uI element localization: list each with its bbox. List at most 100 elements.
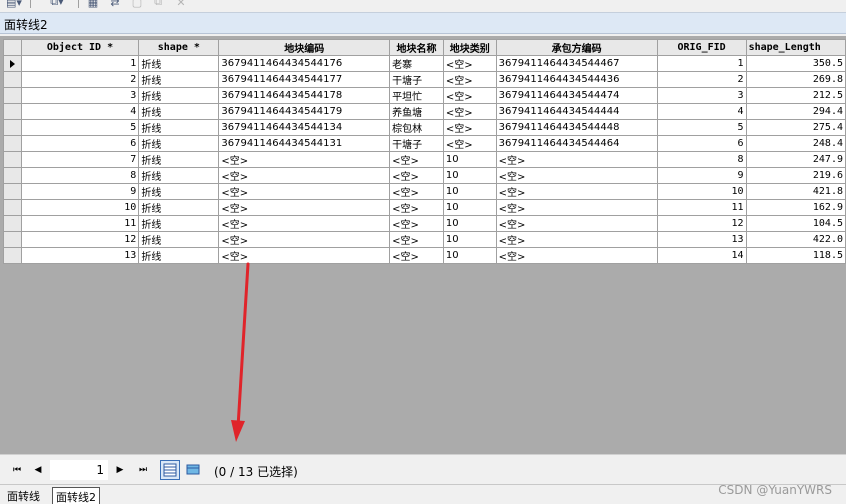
table-cell[interactable]: <空> (495, 167, 658, 184)
table-cell[interactable]: <空> (218, 247, 391, 264)
table-cell[interactable]: <空> (218, 199, 391, 216)
table-cell[interactable]: 162.9 (745, 199, 846, 216)
table-cell[interactable]: 3679411464434544448 (495, 119, 658, 136)
row-selector[interactable] (3, 231, 22, 248)
table-cell[interactable]: 6 (656, 135, 747, 152)
table-cell[interactable]: 3679411464434544467 (495, 55, 658, 72)
table-cell[interactable]: 10 (442, 167, 497, 184)
table-cell[interactable]: 12 (656, 215, 747, 232)
table-cell[interactable]: <空> (389, 183, 444, 200)
table-cell[interactable]: <空> (218, 215, 391, 232)
column-header[interactable]: shape_Length (745, 39, 846, 56)
table-cell[interactable]: <空> (495, 215, 658, 232)
table-cell[interactable]: <空> (389, 167, 444, 184)
table-cell[interactable]: 1 (656, 55, 747, 72)
row-selector[interactable] (3, 199, 22, 216)
table-cell[interactable]: 118.5 (745, 247, 846, 264)
current-record-input[interactable]: 1 (50, 460, 108, 480)
table-cell[interactable]: 平坦忙 (389, 87, 444, 104)
column-header[interactable]: 承包方编码 (495, 39, 658, 56)
table-cell[interactable]: 3679411464434544176 (218, 55, 391, 72)
table-row[interactable]: 9 折线 <空> <空> 10 <空> 10 421.8 (3, 183, 846, 200)
table-cell[interactable]: 350.5 (745, 55, 846, 72)
row-selector[interactable] (3, 167, 22, 184)
table-cell[interactable]: 干塘子 (389, 135, 444, 152)
table-row[interactable]: 6 折线 3679411464434544131 干塘子 <空> 367941146443… (3, 135, 846, 152)
row-selector[interactable] (3, 71, 22, 88)
last-record-icon[interactable]: ⏭ (134, 463, 152, 477)
table-cell[interactable]: <空> (495, 151, 658, 168)
clear-selection-icon[interactable]: ▢ (130, 0, 144, 9)
table-cell[interactable]: <空> (442, 103, 497, 120)
row-selector[interactable] (3, 87, 22, 104)
table-cell[interactable]: 10 (442, 151, 497, 168)
delete-selected-icon[interactable]: ✕ (174, 0, 188, 9)
switch-selection-icon[interactable]: ⇄ (108, 0, 122, 9)
table-cell[interactable]: <空> (389, 199, 444, 216)
table-cell[interactable]: 10 (20, 199, 140, 216)
table-cell[interactable]: <空> (442, 55, 497, 72)
column-header[interactable]: 地块类别 (442, 39, 497, 56)
table-cell[interactable]: <空> (495, 231, 658, 248)
table-row[interactable]: 8 折线 <空> <空> 10 <空> 9 219.6 (3, 167, 846, 184)
table-cell[interactable]: <空> (218, 151, 391, 168)
table-cell[interactable]: 3679411464434544464 (495, 135, 658, 152)
table-row[interactable]: 13 折线 <空> <空> 10 <空> 14 118.5 (3, 247, 846, 264)
row-selector-header[interactable] (3, 39, 22, 56)
table-cell[interactable]: 104.5 (745, 215, 846, 232)
table-cell[interactable]: 折线 (138, 231, 220, 248)
table-cell[interactable]: 折线 (138, 103, 220, 120)
table-row[interactable]: 3 折线 3679411464434544178 平坦忙 <空> 367941146443… (3, 87, 846, 104)
table-cell[interactable]: 12 (20, 231, 140, 248)
table-cell[interactable]: 3679411464434544131 (218, 135, 391, 152)
table-cell[interactable]: 294.4 (745, 103, 846, 120)
select-by-attributes-icon[interactable]: ▦ (86, 0, 100, 9)
table-cell[interactable]: 275.4 (745, 119, 846, 136)
table-cell[interactable]: 5 (656, 119, 747, 136)
table-cell[interactable]: 269.8 (745, 71, 846, 88)
table-cell[interactable]: 10 (442, 183, 497, 200)
row-selector[interactable] (3, 103, 22, 120)
table-cell[interactable]: 3679411464434544177 (218, 71, 391, 88)
tab-mian-zhuan-xian[interactable]: 面转线 (4, 487, 43, 504)
table-cell[interactable]: 折线 (138, 55, 220, 72)
table-cell[interactable]: 11 (20, 215, 140, 232)
column-header[interactable]: Object ID * (20, 39, 140, 56)
table-cell[interactable]: 3679411464434544436 (495, 71, 658, 88)
table-cell[interactable]: 10 (442, 231, 497, 248)
table-cell[interactable]: <空> (495, 247, 658, 264)
table-cell[interactable]: 折线 (138, 71, 220, 88)
table-cell[interactable]: 422.0 (745, 231, 846, 248)
row-selector[interactable] (3, 119, 22, 136)
table-cell[interactable]: 247.9 (745, 151, 846, 168)
table-cell[interactable]: 养鱼塘 (389, 103, 444, 120)
row-selector[interactable] (3, 55, 22, 72)
attribute-table-area[interactable]: Object ID * shape * 地块编码 地块名称 地块类别 承包方编码… (0, 36, 846, 454)
table-row[interactable]: 7 折线 <空> <空> 10 <空> 8 247.9 (3, 151, 846, 168)
table-cell[interactable]: 折线 (138, 183, 220, 200)
table-row[interactable]: 12 折线 <空> <空> 10 <空> 13 422.0 (3, 231, 846, 248)
table-cell[interactable]: <空> (495, 183, 658, 200)
table-cell[interactable]: 2 (20, 71, 140, 88)
table-cell[interactable]: 8 (656, 151, 747, 168)
table-cell[interactable]: <空> (389, 215, 444, 232)
first-record-icon[interactable]: ⏮ (8, 463, 26, 477)
table-cell[interactable]: 折线 (138, 119, 220, 136)
table-cell[interactable]: 折线 (138, 247, 220, 264)
table-cell[interactable]: 219.6 (745, 167, 846, 184)
table-cell[interactable]: <空> (218, 231, 391, 248)
column-header[interactable]: ORIG_FID (656, 39, 747, 56)
table-cell[interactable]: 折线 (138, 167, 220, 184)
table-cell[interactable]: 折线 (138, 199, 220, 216)
column-header[interactable]: 地块编码 (218, 39, 391, 56)
next-record-icon[interactable]: ▶ (111, 463, 129, 477)
table-cell[interactable]: 1 (20, 55, 140, 72)
table-cell[interactable]: 3679411464434544474 (495, 87, 658, 104)
table-cell[interactable]: 干塘子 (389, 71, 444, 88)
table-row[interactable]: 4 折线 3679411464434544179 养鱼塘 <空> 367941146443… (3, 103, 846, 120)
table-cell[interactable]: 212.5 (745, 87, 846, 104)
table-cell[interactable]: 10 (442, 215, 497, 232)
tab-mian-zhuan-xian-2[interactable]: 面转线2 (52, 487, 100, 504)
table-cell[interactable]: <空> (389, 247, 444, 264)
table-row[interactable]: 11 折线 <空> <空> 10 <空> 12 104.5 (3, 215, 846, 232)
